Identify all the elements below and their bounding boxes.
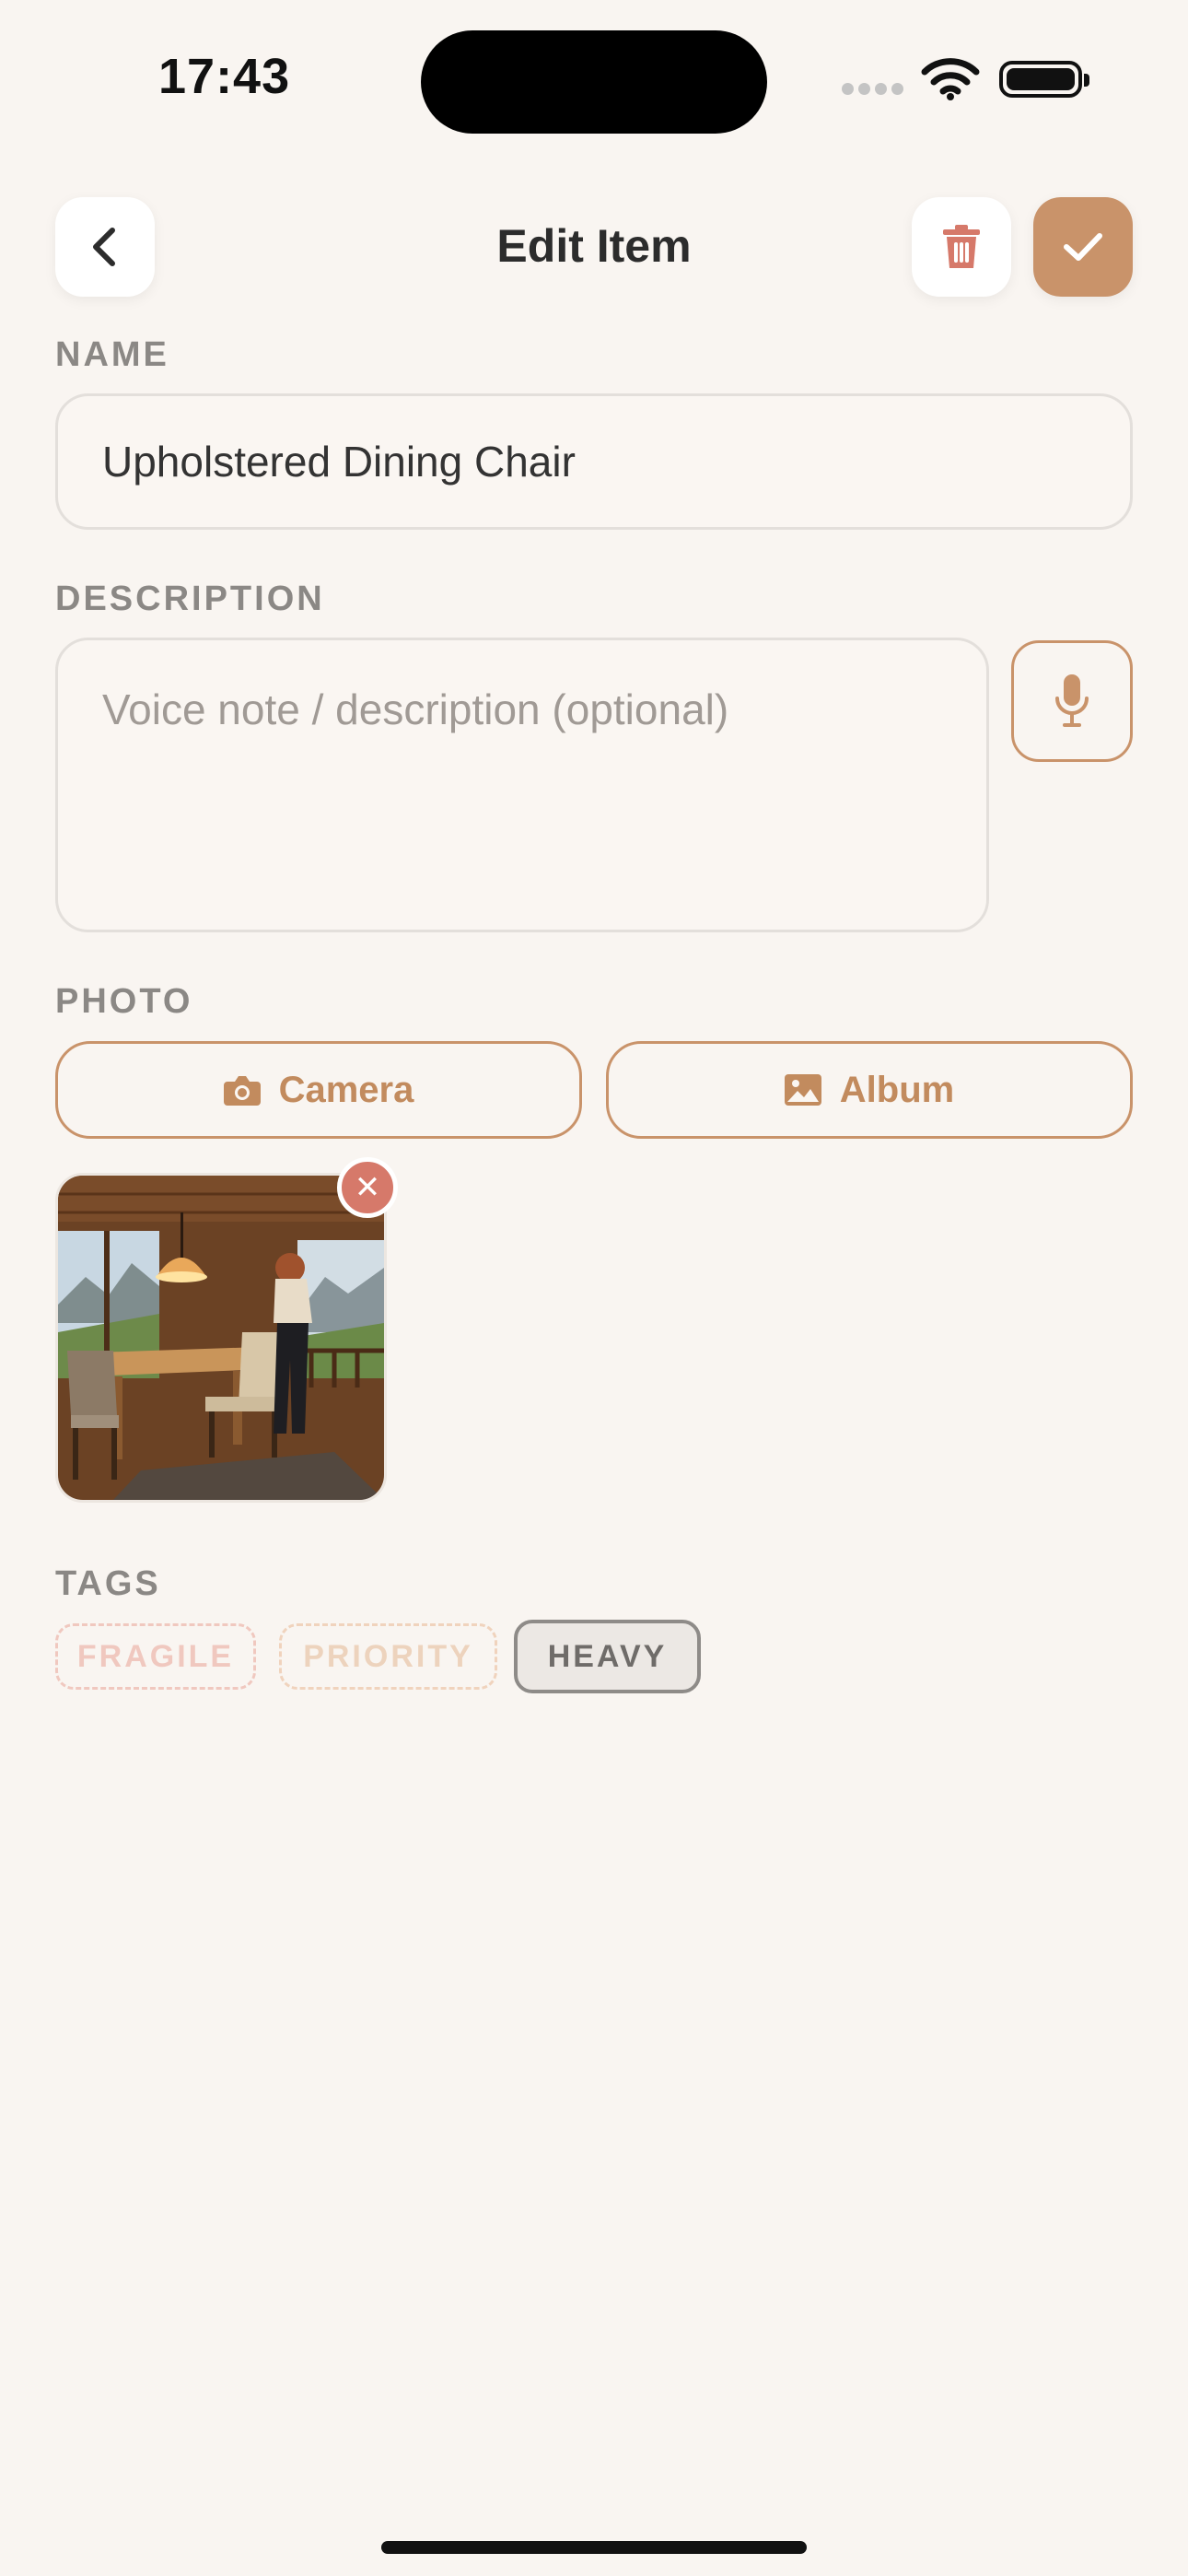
description-field[interactable]: Voice note / description (optional): [55, 638, 989, 932]
camera-button[interactable]: Camera: [55, 1041, 582, 1139]
home-indicator: [381, 2541, 807, 2554]
wifi-icon: [921, 57, 980, 106]
delete-button[interactable]: [912, 197, 1011, 297]
item-photo[interactable]: [55, 1173, 387, 1503]
dynamic-island: [421, 30, 767, 134]
cellular-signal-icon: [842, 83, 908, 100]
photo-label: PHOTO: [55, 982, 193, 1021]
remove-photo-button[interactable]: ✕: [337, 1157, 398, 1218]
album-button[interactable]: Album: [606, 1041, 1133, 1139]
tag-heavy[interactable]: HEAVY: [514, 1620, 701, 1693]
close-icon: ✕: [354, 1170, 381, 1205]
camera-icon: [223, 1076, 261, 1106]
name-field[interactable]: Upholstered Dining Chair: [55, 393, 1133, 530]
tag-priority[interactable]: PRIORITY: [279, 1623, 497, 1690]
trash-icon: [943, 225, 980, 268]
album-button-label: Album: [839, 1069, 955, 1110]
name-label: NAME: [55, 335, 169, 374]
battery-icon: [999, 61, 1089, 98]
status-time: 17:43: [158, 49, 291, 104]
microphone-icon: [1055, 674, 1089, 727]
description-label: DESCRIPTION: [55, 580, 325, 618]
tag-fragile[interactable]: FRAGILE: [55, 1623, 256, 1690]
save-button[interactable]: [1033, 197, 1133, 297]
voice-note-button[interactable]: [1011, 640, 1133, 762]
check-icon: [1064, 233, 1102, 261]
tags-label: TAGS: [55, 1564, 161, 1603]
image-icon: [784, 1074, 821, 1106]
camera-button-label: Camera: [278, 1069, 414, 1110]
